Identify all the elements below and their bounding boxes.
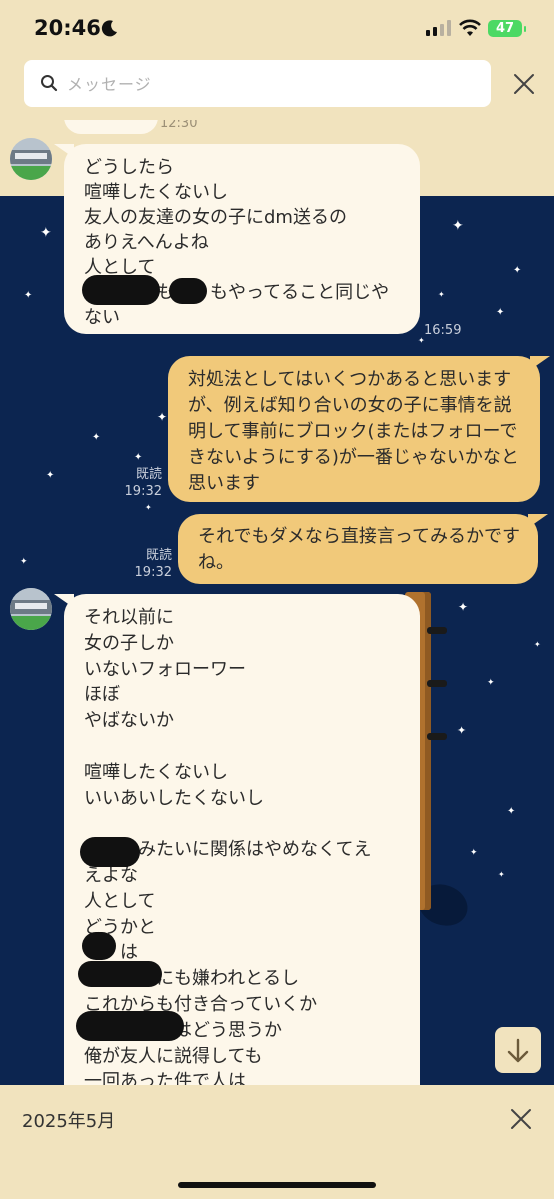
star-icon: ✦ bbox=[134, 452, 143, 463]
bottom-date-bar: 2025年5月 bbox=[0, 1085, 554, 1199]
star-icon: ✦ bbox=[458, 600, 469, 614]
pole-peg bbox=[427, 627, 447, 634]
star-icon: ✦ bbox=[470, 848, 478, 858]
star-icon: ✦ bbox=[513, 265, 522, 276]
message-time: 16:59 bbox=[424, 323, 462, 338]
close-icon[interactable] bbox=[510, 1108, 532, 1130]
star-icon: ✦ bbox=[92, 432, 101, 443]
message-time: 19:32 bbox=[124, 484, 162, 499]
search-bar: メッセージ bbox=[0, 60, 554, 120]
redaction-mark bbox=[82, 275, 160, 305]
status-time: 20:46 bbox=[34, 16, 101, 40]
redaction-mark bbox=[78, 961, 162, 987]
battery-indicator: 47 bbox=[488, 20, 526, 37]
star-icon: ✦ bbox=[24, 290, 33, 301]
star-icon: ✦ bbox=[507, 806, 516, 817]
message-bubble[interactable]: それでもダメなら直接言ってみるかですね。 bbox=[178, 514, 548, 584]
search-icon bbox=[41, 75, 58, 92]
status-bar: 20:46 47 bbox=[0, 0, 554, 60]
avatar[interactable] bbox=[10, 138, 52, 180]
star-icon: ✦ bbox=[46, 470, 55, 481]
star-icon: ✦ bbox=[40, 225, 52, 241]
scroll-to-bottom-button[interactable] bbox=[495, 1027, 541, 1073]
arrow-down-icon bbox=[507, 1038, 529, 1063]
redaction-mark bbox=[169, 278, 207, 304]
star-icon: ✦ bbox=[452, 218, 464, 234]
star-icon: ✦ bbox=[496, 307, 505, 318]
star-icon: ✦ bbox=[457, 724, 467, 737]
redaction-mark bbox=[76, 1011, 184, 1041]
message-text: それでもダメなら直接言ってみるかですね。 bbox=[198, 526, 521, 573]
redaction-mark bbox=[80, 837, 140, 867]
message-bubble[interactable]: それ以前に 女の子しか いないフォローワー ほぼ やばないか 喧嘩したくないし … bbox=[54, 594, 420, 1104]
message-time: 19:32 bbox=[134, 565, 172, 580]
star-icon: ✦ bbox=[487, 678, 495, 688]
star-icon: ✦ bbox=[534, 640, 541, 649]
message-bubble[interactable]: どうしたら 喧嘩したくないし 友人の友達の女の子にdm送るの ありえへんよね 人… bbox=[54, 144, 420, 334]
close-icon[interactable] bbox=[513, 73, 535, 95]
home-indicator bbox=[178, 1182, 376, 1188]
star-icon: ✦ bbox=[498, 870, 505, 879]
message-bubble[interactable]: 対処法としてはいくつかあると思いますが、例えば知り合いの女の子に事情を説明して事… bbox=[168, 356, 550, 502]
moon-icon bbox=[101, 20, 117, 37]
search-field[interactable]: メッセージ bbox=[24, 60, 491, 107]
read-receipt: 既読 bbox=[145, 548, 172, 563]
date-filter-label: 2025年5月 bbox=[22, 1111, 116, 1132]
wifi-icon bbox=[459, 19, 481, 36]
redaction-mark bbox=[82, 932, 116, 960]
search-input[interactable]: メッセージ bbox=[67, 71, 152, 95]
star-icon: ✦ bbox=[438, 290, 445, 299]
avatar-image bbox=[10, 138, 52, 180]
star-icon: ✦ bbox=[157, 410, 168, 424]
message-text: 対処法としてはいくつかあると思いますが、例えば知り合いの女の子に事情を説明して事… bbox=[188, 369, 519, 494]
pole-peg bbox=[427, 680, 447, 687]
star-icon: ✦ bbox=[145, 503, 152, 512]
avatar-image bbox=[10, 588, 52, 630]
avatar[interactable] bbox=[10, 588, 52, 630]
read-receipt: 既読 bbox=[135, 467, 162, 482]
signal-icon bbox=[426, 20, 451, 36]
star-icon: ✦ bbox=[20, 557, 28, 567]
pole-peg bbox=[427, 733, 447, 740]
